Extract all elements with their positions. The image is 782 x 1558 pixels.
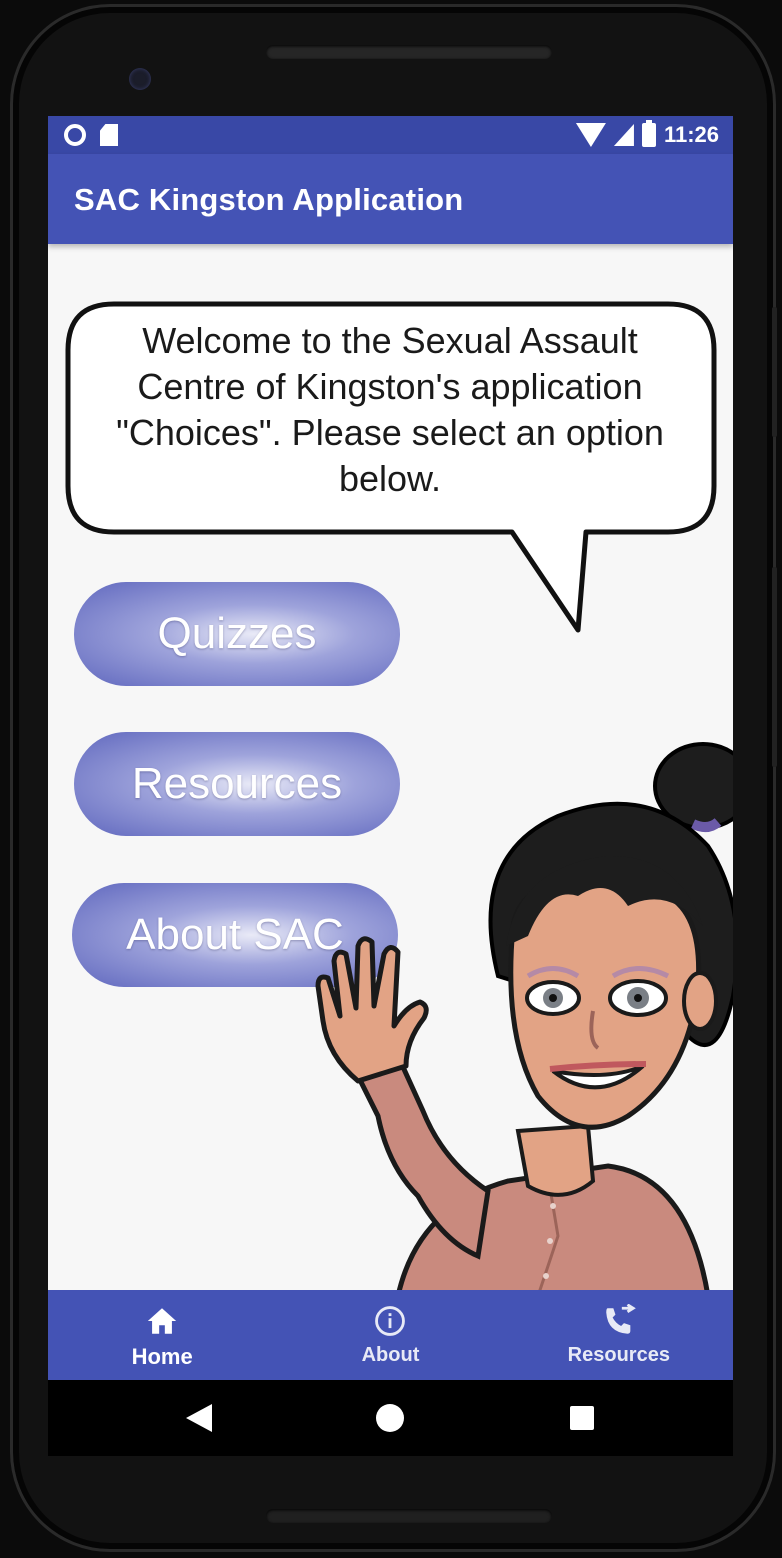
- bottom-navigation: Home About Resources: [48, 1290, 733, 1380]
- screen: 11:26 SAC Kingston Application Welcome t…: [48, 116, 733, 1456]
- power-button: [772, 307, 777, 437]
- nav-item-home[interactable]: Home: [48, 1290, 276, 1380]
- back-icon[interactable]: [186, 1404, 212, 1432]
- bottom-speaker: [266, 1509, 552, 1523]
- app-bar: SAC Kingston Application: [48, 154, 733, 244]
- waving-avatar-illustration: [315, 742, 733, 1296]
- nav-label-home: Home: [131, 1344, 193, 1369]
- sd-card-icon: [100, 124, 118, 146]
- quizzes-button[interactable]: Quizzes: [74, 582, 400, 686]
- nav-label-about: About: [361, 1344, 420, 1366]
- wifi-icon: [575, 123, 606, 147]
- home-icon: [147, 1308, 177, 1334]
- status-time: 11:26: [663, 122, 719, 147]
- info-icon: [375, 1306, 406, 1336]
- notification-dot-icon: [64, 124, 86, 146]
- status-bar: 11:26: [48, 116, 733, 154]
- battery-icon: [641, 120, 656, 147]
- app-title: SAC Kingston Application: [74, 182, 464, 217]
- home-circle-icon[interactable]: [376, 1404, 404, 1432]
- earpiece-speaker: [266, 45, 552, 59]
- front-camera: [129, 68, 151, 90]
- signal-icon: [613, 124, 634, 146]
- welcome-message: Welcome to the Sexual Assault Centre of …: [116, 320, 664, 499]
- nav-item-resources[interactable]: Resources: [505, 1290, 733, 1380]
- system-navigation-bar: [48, 1380, 733, 1456]
- volume-button: [772, 567, 777, 767]
- recents-icon[interactable]: [570, 1406, 594, 1430]
- nav-label-resources: Resources: [567, 1344, 670, 1366]
- phone-forward-icon: [606, 1304, 636, 1334]
- nav-item-about[interactable]: About: [276, 1290, 504, 1380]
